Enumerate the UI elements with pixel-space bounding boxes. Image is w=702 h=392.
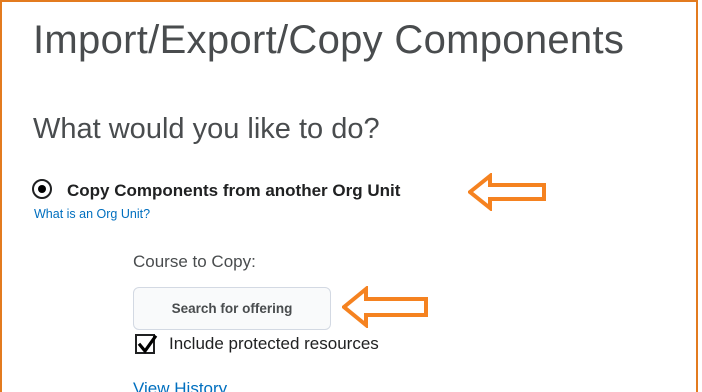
arrow-left-icon [342, 286, 428, 328]
org-unit-help-link[interactable]: What is an Org Unit? [34, 207, 150, 221]
copy-components-radio[interactable] [32, 179, 52, 199]
search-for-offering-button[interactable]: Search for offering [133, 287, 331, 330]
include-protected-checkbox[interactable] [135, 334, 158, 354]
radio-selected-dot [38, 185, 46, 193]
page-title: Import/Export/Copy Components [33, 18, 625, 62]
include-protected-label[interactable]: Include protected resources [169, 334, 379, 354]
checkmark-icon [137, 334, 158, 354]
view-history-link[interactable]: View History [133, 379, 227, 392]
section-question: What would you like to do? [33, 113, 380, 145]
arrow-left-icon [468, 173, 546, 211]
course-to-copy-label: Course to Copy: [133, 252, 256, 271]
copy-components-label[interactable]: Copy Components from another Org Unit [67, 181, 400, 201]
